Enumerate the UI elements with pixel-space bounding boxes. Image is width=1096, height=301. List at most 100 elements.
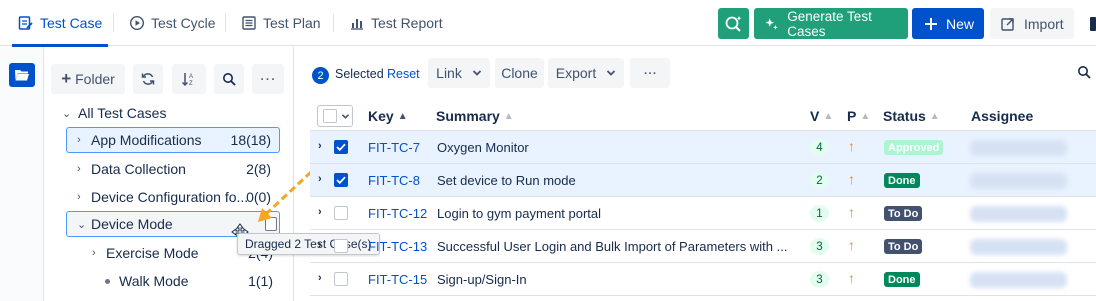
- version-badge: 1: [810, 205, 829, 222]
- version-badge: 3: [810, 271, 829, 288]
- sort-icon: ▲: [823, 110, 834, 122]
- table-search-button[interactable]: [1077, 65, 1091, 82]
- tree-item-data-collection[interactable]: › Data Collection 2(8): [66, 156, 280, 182]
- chevron-down-icon: [607, 70, 616, 76]
- tab-label: Test Plan: [263, 15, 321, 31]
- more-actions-button[interactable]: ...: [630, 58, 670, 88]
- new-button[interactable]: New: [912, 8, 984, 39]
- status-badge: Done: [884, 272, 920, 287]
- test-case-key-link[interactable]: FIT-TC-12: [368, 206, 427, 221]
- sparkle-icon: [765, 17, 778, 30]
- expand-row-icon[interactable]: ›: [318, 272, 322, 284]
- clone-button[interactable]: Clone: [495, 58, 544, 88]
- more-actions-icon[interactable]: [1090, 17, 1096, 31]
- tree-item-device-configuration[interactable]: › Device Configuration fo... 0(0): [66, 184, 280, 210]
- left-rail: [0, 47, 44, 301]
- test-case-summary[interactable]: Login to gym payment portal: [437, 206, 792, 221]
- reset-link[interactable]: Reset: [387, 67, 420, 81]
- app-root: Test Case Test Cycle Test Plan Test Repo…: [0, 0, 1096, 301]
- plan-icon: [242, 16, 256, 30]
- expand-row-icon[interactable]: ›: [318, 173, 322, 185]
- ai-search-button[interactable]: [718, 8, 749, 39]
- expand-row-icon[interactable]: ›: [318, 206, 322, 218]
- test-case-key-link[interactable]: FIT-TC-8: [368, 173, 420, 188]
- import-button[interactable]: Import: [990, 8, 1074, 39]
- tree-item-count: 2(8): [246, 161, 271, 177]
- tab-test-report[interactable]: Test Report: [349, 0, 443, 46]
- tab-test-plan[interactable]: Test Plan: [241, 0, 321, 46]
- column-header-status[interactable]: Status ▲: [883, 108, 940, 124]
- tree-item-count: 18(18): [230, 132, 271, 148]
- row-checkbox[interactable]: [334, 239, 348, 253]
- link-dropdown-button[interactable]: Link: [428, 58, 490, 88]
- search-icon: [1078, 66, 1091, 79]
- test-case-summary[interactable]: Successful User Login and Bulk Import of…: [437, 239, 792, 254]
- chevron-right-icon: ›: [92, 247, 96, 259]
- sort-icon: ▲: [860, 110, 871, 122]
- expand-row-icon[interactable]: ›: [318, 239, 322, 251]
- tree-more-button[interactable]: ...: [252, 64, 284, 94]
- tree-item-walk-mode[interactable]: Walk Mode 1(1): [102, 268, 282, 294]
- chevron-right-icon: ›: [77, 134, 81, 146]
- row-checkbox[interactable]: [334, 272, 348, 286]
- column-label: V: [810, 108, 820, 124]
- column-header-priority[interactable]: P ▲: [847, 108, 870, 124]
- link-label: Link: [436, 65, 462, 81]
- import-icon: [1001, 17, 1014, 31]
- test-case-summary[interactable]: Oxygen Monitor: [437, 140, 792, 155]
- tab-divider: [225, 14, 226, 32]
- column-header-assignee[interactable]: Assignee: [971, 108, 1033, 124]
- tree-root[interactable]: ⌄ All Test Cases: [62, 100, 282, 126]
- table-row[interactable]: › FIT-TC-7 Oxygen Monitor 4 ↑ Approved: [310, 131, 1096, 164]
- tree-item-label: Exercise Mode: [106, 245, 199, 261]
- chevron-right-icon: ›: [77, 191, 81, 203]
- tab-test-case[interactable]: Test Case: [11, 0, 109, 47]
- row-checkbox[interactable]: [334, 140, 348, 154]
- tab-test-cycle[interactable]: Test Cycle: [129, 0, 216, 46]
- tree-root-label: All Test Cases: [78, 105, 167, 121]
- test-case-key-link[interactable]: FIT-TC-7: [368, 140, 420, 155]
- selected-count-badge: 2: [312, 67, 329, 84]
- column-header-key[interactable]: Key ▲: [368, 108, 408, 124]
- column-header-version[interactable]: V ▲: [810, 108, 833, 124]
- chevron-down-icon: [472, 70, 481, 76]
- version-badge: 2: [810, 172, 829, 189]
- select-all-checkbox[interactable]: [323, 109, 337, 123]
- tree-item-label: App Modifications: [91, 132, 202, 148]
- plus-icon: +: [61, 69, 72, 88]
- generate-test-cases-button[interactable]: Generate Test Cases: [754, 8, 908, 39]
- assignee-blurred: [970, 173, 1067, 189]
- expand-row-icon[interactable]: ›: [318, 140, 322, 152]
- priority-arrow-icon: ↑: [848, 237, 855, 253]
- table-row[interactable]: › FIT-TC-8 Set device to Run mode 2 ↑ Do…: [310, 164, 1096, 197]
- row-checkbox[interactable]: [334, 206, 348, 220]
- test-case-summary[interactable]: Sign-up/Sign-In: [437, 272, 792, 287]
- search-icon: [223, 73, 236, 86]
- more-dots-icon: ...: [643, 61, 657, 78]
- tab-label: Test Case: [40, 15, 103, 31]
- tree-search-button[interactable]: [214, 64, 244, 94]
- tree-item-app-modifications[interactable]: › App Modifications 18(18): [66, 127, 280, 153]
- select-all-dropdown[interactable]: [317, 105, 353, 127]
- table-row[interactable]: › FIT-TC-15 Sign-up/Sign-In 3 ↑ Done: [310, 263, 1096, 296]
- main-content: 2 Selected Reset Link Clone Export ... K…: [295, 47, 1096, 301]
- status-badge: Approved: [884, 140, 944, 155]
- folder-view-button[interactable]: [9, 63, 35, 87]
- column-label: P: [847, 108, 857, 124]
- test-case-key-link[interactable]: FIT-TC-13: [368, 239, 427, 254]
- column-header-summary[interactable]: Summary ▲: [436, 108, 514, 124]
- refresh-button[interactable]: [133, 64, 163, 94]
- table-row[interactable]: › FIT-TC-12 Login to gym payment portal …: [310, 197, 1096, 230]
- sort-button[interactable]: AZ: [172, 64, 206, 94]
- tree-item-label: Walk Mode: [119, 273, 189, 289]
- export-dropdown-button[interactable]: Export: [548, 58, 624, 88]
- test-case-key-link[interactable]: FIT-TC-15: [368, 272, 427, 287]
- row-checkbox[interactable]: [334, 173, 348, 187]
- generate-label: Generate Test Cases: [787, 8, 872, 39]
- test-case-summary[interactable]: Set device to Run mode: [437, 173, 792, 188]
- tab-divider: [333, 14, 334, 32]
- clone-label: Clone: [501, 65, 538, 81]
- tab-label: Test Report: [371, 15, 443, 31]
- table-row[interactable]: › FIT-TC-13 Successful User Login and Bu…: [310, 230, 1096, 263]
- add-folder-button[interactable]: + Folder: [51, 64, 125, 94]
